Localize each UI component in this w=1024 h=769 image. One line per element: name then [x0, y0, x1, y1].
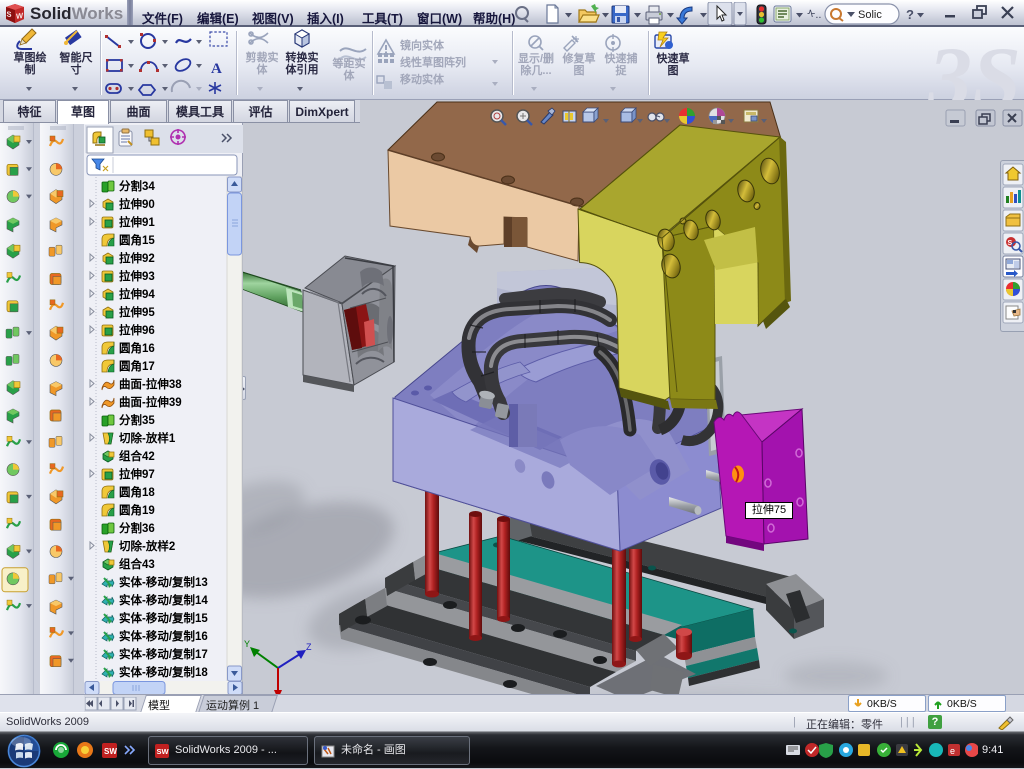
svg-text:拉伸94: 拉伸94 — [119, 287, 155, 301]
svg-text:SW: SW — [157, 747, 170, 756]
svg-text:拉伸93: 拉伸93 — [119, 269, 155, 283]
svg-text:拉伸96: 拉伸96 — [119, 323, 155, 337]
svg-text:切除-放样2: 切除-放样2 — [119, 539, 175, 553]
svg-text:圆角15: 圆角15 — [119, 233, 155, 247]
svg-text:分割35: 分割35 — [119, 413, 155, 427]
svg-text:切除-放样1: 切除-放样1 — [119, 431, 176, 445]
svg-text:实体-移动/复制16: 实体-移动/复制16 — [119, 629, 208, 643]
svg-text:拉伸97: 拉伸97 — [119, 467, 155, 481]
svg-text:组合42: 组合42 — [119, 449, 155, 463]
svg-text:圆角17: 圆角17 — [119, 359, 155, 373]
svg-text:组合43: 组合43 — [119, 557, 155, 571]
svg-text:拉伸95: 拉伸95 — [119, 305, 155, 319]
svg-text:实体-移动/复制17: 实体-移动/复制17 — [119, 647, 208, 661]
svg-text:实体-移动/复制14: 实体-移动/复制14 — [119, 593, 208, 607]
svg-text:实体-移动/复制18: 实体-移动/复制18 — [119, 665, 208, 679]
svg-text:分割34: 分割34 — [119, 179, 155, 193]
svg-text:曲面-拉伸38: 曲面-拉伸38 — [119, 377, 182, 391]
svg-text:e: e — [950, 746, 955, 756]
svg-text:分割36: 分割36 — [119, 521, 155, 535]
svg-text:圆角16: 圆角16 — [119, 341, 155, 355]
svg-text:SW: SW — [104, 747, 117, 756]
svg-text:实体-移动/复制13: 实体-移动/复制13 — [119, 575, 208, 589]
svg-text:拉伸91: 拉伸91 — [119, 215, 155, 229]
svg-text:拉伸90: 拉伸90 — [119, 197, 155, 211]
svg-text:圆角19: 圆角19 — [119, 503, 155, 517]
svg-text:曲面-拉伸39: 曲面-拉伸39 — [119, 395, 182, 409]
svg-text:拉伸92: 拉伸92 — [119, 251, 155, 265]
svg-text:圆角18: 圆角18 — [119, 485, 155, 499]
svg-text:实体-移动/复制15: 实体-移动/复制15 — [119, 611, 208, 625]
